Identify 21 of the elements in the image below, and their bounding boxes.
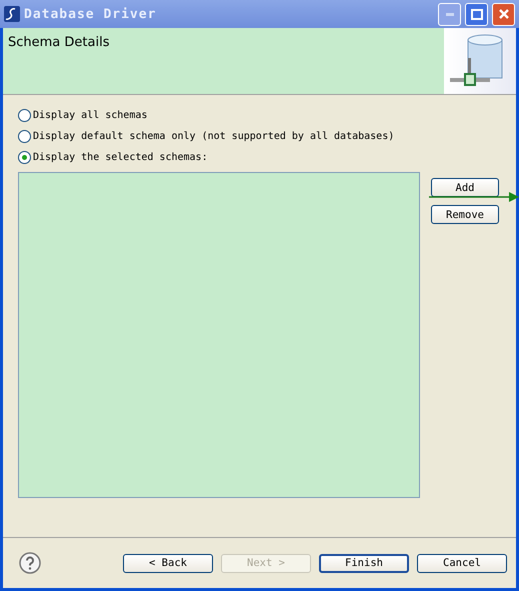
close-icon — [498, 8, 510, 20]
radio-label: Display default schema only (not supported by all databases) — [33, 130, 394, 142]
wizard-button[interactable]: < Back — [123, 554, 213, 572]
radio-label: Display the selected schemas: — [33, 152, 208, 162]
maximize-button[interactable] — [465, 2, 488, 26]
add-button[interactable]: Add — [431, 178, 499, 197]
radio-label: Display all schemas — [33, 110, 148, 120]
remove-button[interactable]: Remove — [431, 205, 499, 224]
radio-button[interactable] — [18, 150, 31, 164]
radio-button[interactable] — [18, 108, 31, 122]
radio-button[interactable] — [18, 130, 31, 142]
close-button[interactable] — [492, 2, 515, 26]
page-title: Schema Details — [7, 34, 110, 52]
help-icon[interactable] — [19, 552, 41, 574]
wizard-button[interactable]: Finish — [319, 554, 409, 572]
window-title: Database Driver — [24, 6, 158, 22]
arrow-icon — [429, 191, 519, 203]
minimize-icon — [446, 12, 454, 16]
wizard-button[interactable]: Cancel — [417, 554, 507, 572]
app-icon — [4, 6, 20, 22]
maximize-icon — [470, 8, 482, 20]
